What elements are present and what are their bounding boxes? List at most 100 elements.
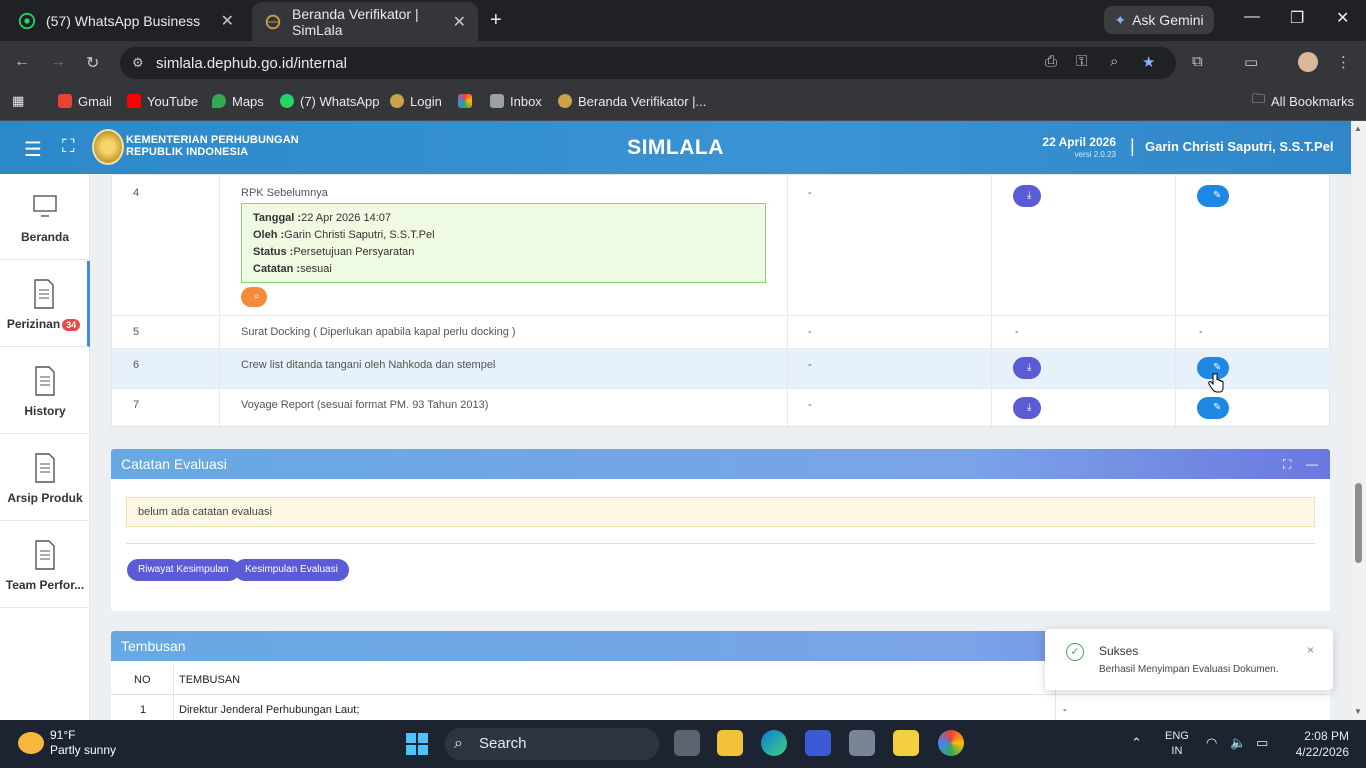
scroll-down-icon[interactable]: ▼ (1354, 707, 1362, 716)
sidebar-item-team-performance[interactable]: Team Perfor... (0, 522, 90, 608)
all-bookmarks-label: All Bookmarks (1271, 93, 1355, 109)
sidebar-item-beranda[interactable]: Beranda (0, 174, 90, 260)
sidebar-item-label: Perizinan (6, 317, 61, 331)
bookmark-youtube[interactable]: YouTube (127, 92, 198, 110)
riwayat-kesimpulan-button[interactable]: Riwayat Kesimpulan (127, 559, 240, 581)
bookmark-gmail[interactable]: Gmail (58, 92, 112, 110)
language-indicator[interactable]: ENG IN (1165, 729, 1189, 759)
minimize-icon[interactable]: — (1244, 8, 1260, 26)
file-explorer-icon[interactable] (717, 730, 743, 756)
cell-value: - (808, 187, 812, 199)
volume-icon[interactable]: 🔈 (1230, 735, 1246, 751)
evaluation-panel: Catatan Evaluasi ⛶ — belum ada catatan e… (111, 449, 1330, 611)
taskbar-clock[interactable]: 2:08 PM 4/22/2026 (1293, 728, 1349, 760)
zoom-icon[interactable]: ⌕ (1110, 53, 1118, 70)
bookmark-login[interactable]: Login (390, 92, 442, 110)
scroll-thumb[interactable] (1355, 483, 1362, 563)
install-icon[interactable]: ⎙ (1045, 53, 1057, 70)
close-window-icon[interactable]: ✕ (1336, 8, 1349, 28)
cast-icon[interactable]: ▭ (1244, 53, 1258, 71)
reload-icon[interactable]: ↻ (86, 53, 99, 73)
scroll-up-icon[interactable]: ▲ (1354, 124, 1362, 133)
approval-info-box: Tanggal : 22 Apr 2026 14:07 Oleh : Garin… (241, 203, 766, 283)
wifi-icon[interactable]: ◠ (1206, 735, 1217, 751)
collapse-icon[interactable]: — (1306, 449, 1318, 479)
menu-dots-icon[interactable]: ⋮ (1336, 53, 1351, 71)
new-tab-icon[interactable]: + (490, 9, 502, 32)
edit-button[interactable]: ✎ (1197, 397, 1229, 419)
tab-whatsapp[interactable]: (57) WhatsApp Business ✕ (6, 0, 246, 41)
info-note: sesuai (300, 263, 332, 275)
page-scrollbar[interactable]: ▲ ▼ (1351, 121, 1366, 720)
bookmark-star-icon[interactable]: ★ (1142, 53, 1155, 71)
close-tab-icon[interactable]: ✕ (453, 12, 466, 32)
whatsapp-icon (280, 94, 294, 108)
download-button[interactable]: ⤓ (1013, 185, 1041, 207)
bookmark-beranda[interactable]: Beranda Verifikator |... (558, 92, 706, 110)
toast-close-icon[interactable]: × (1307, 643, 1314, 657)
edit-button[interactable]: ✎ (1197, 185, 1229, 207)
clock-date: 4/22/2026 (1295, 745, 1349, 759)
tray-chevron-icon[interactable]: ⌃ (1131, 735, 1142, 751)
temperature: 91°F (50, 728, 76, 742)
camera-icon[interactable] (849, 730, 875, 756)
profile-avatar[interactable] (1298, 52, 1318, 72)
document-name: Surat Docking ( Diperlukan apabila kapal… (241, 326, 516, 338)
edge-icon[interactable] (761, 730, 787, 756)
back-icon[interactable]: ← (14, 53, 30, 71)
search-history-button[interactable]: ⌕ (241, 287, 267, 307)
chrome-icon[interactable] (938, 730, 964, 756)
info-by: Garin Christi Saputri, S.S.T.Pel (284, 229, 435, 241)
clock-time: 2:08 PM (1304, 729, 1349, 743)
maps-icon (212, 94, 226, 108)
weather-text: Partly sunny (50, 743, 117, 757)
kesimpulan-evaluasi-button[interactable]: Kesimpulan Evaluasi (234, 559, 349, 581)
download-button[interactable]: ⤓ (1013, 397, 1041, 419)
youtube-icon (127, 94, 141, 108)
sidebar-item-arsip-produk[interactable]: Arsip Produk (0, 435, 90, 521)
toast-title: Sukses (1099, 644, 1139, 658)
screen: (57) WhatsApp Business ✕ Beranda Verifik… (0, 0, 1366, 768)
info-label: Status : (253, 246, 294, 258)
battery-icon[interactable]: ▭ (1256, 735, 1268, 751)
hand-cursor-icon (1208, 373, 1224, 393)
edit-icon: ✎ (1213, 190, 1222, 201)
table-row: 6 Crew list ditanda tangani oleh Nahkoda… (112, 349, 1331, 389)
taskbar-search[interactable]: ⌕ Search (445, 728, 659, 760)
maximize-icon[interactable]: ❐ (1290, 8, 1304, 28)
site-info-icon[interactable]: ⚙ (132, 55, 144, 71)
sidebar-item-perizinan[interactable]: Perizinan 34 (0, 261, 90, 347)
panel-title: Catatan Evaluasi (121, 456, 227, 472)
bookmark-maps[interactable]: Maps (212, 92, 264, 110)
success-toast: ✓ Sukses Berhasil Menyimpan Evaluasi Dok… (1045, 629, 1333, 690)
close-tab-icon[interactable]: ✕ (221, 11, 234, 31)
tab-simlala[interactable]: Beranda Verifikator | SimLala ✕ (252, 2, 478, 41)
document-table: 4 RPK Sebelumnya Tanggal : 22 Apr 2026 1… (111, 174, 1331, 428)
forward-icon[interactable]: → (50, 53, 66, 71)
bookmark-label: Login (410, 93, 442, 109)
header-separator: | (1130, 136, 1135, 156)
ask-gemini-button[interactable]: ✦ Ask Gemini (1104, 6, 1214, 34)
windows-start-icon[interactable] (405, 732, 429, 756)
bookmark-label: Inbox (510, 93, 542, 109)
task-view-icon[interactable] (674, 730, 700, 756)
ask-gemini-label: Ask Gemini (1132, 12, 1204, 28)
key-icon[interactable]: ⚿ (1076, 53, 1087, 70)
tembusan-text: Direktur Jenderal Perhubungan Laut; (179, 704, 360, 716)
user-name[interactable]: Garin Christi Saputri, S.S.T.Pel (1145, 139, 1334, 154)
fullscreen-icon[interactable]: ⛶ (1283, 449, 1291, 479)
bookmark-pinwheel[interactable] (458, 92, 472, 110)
partly-sunny-icon (18, 732, 44, 754)
bookmark-whatsapp[interactable]: (7) WhatsApp (280, 92, 379, 110)
app-icon[interactable] (805, 730, 831, 756)
all-bookmarks[interactable]: 🗀 All Bookmarks (1252, 91, 1355, 110)
sidebar-item-history[interactable]: History (0, 348, 90, 434)
apps-grid-icon[interactable]: ▦ (12, 92, 24, 110)
document-name: Crew list ditanda tangani oleh Nahkoda d… (241, 359, 496, 371)
table-row: 7 Voyage Report (sesuai format PM. 93 Ta… (112, 389, 1331, 428)
sticky-notes-icon[interactable] (893, 730, 919, 756)
address-bar[interactable]: simlala.dephub.go.id/internal (120, 47, 1176, 79)
extensions-icon[interactable]: ⧉ (1192, 53, 1203, 70)
download-button[interactable]: ⤓ (1013, 357, 1041, 379)
bookmark-inbox[interactable]: Inbox (490, 92, 542, 110)
